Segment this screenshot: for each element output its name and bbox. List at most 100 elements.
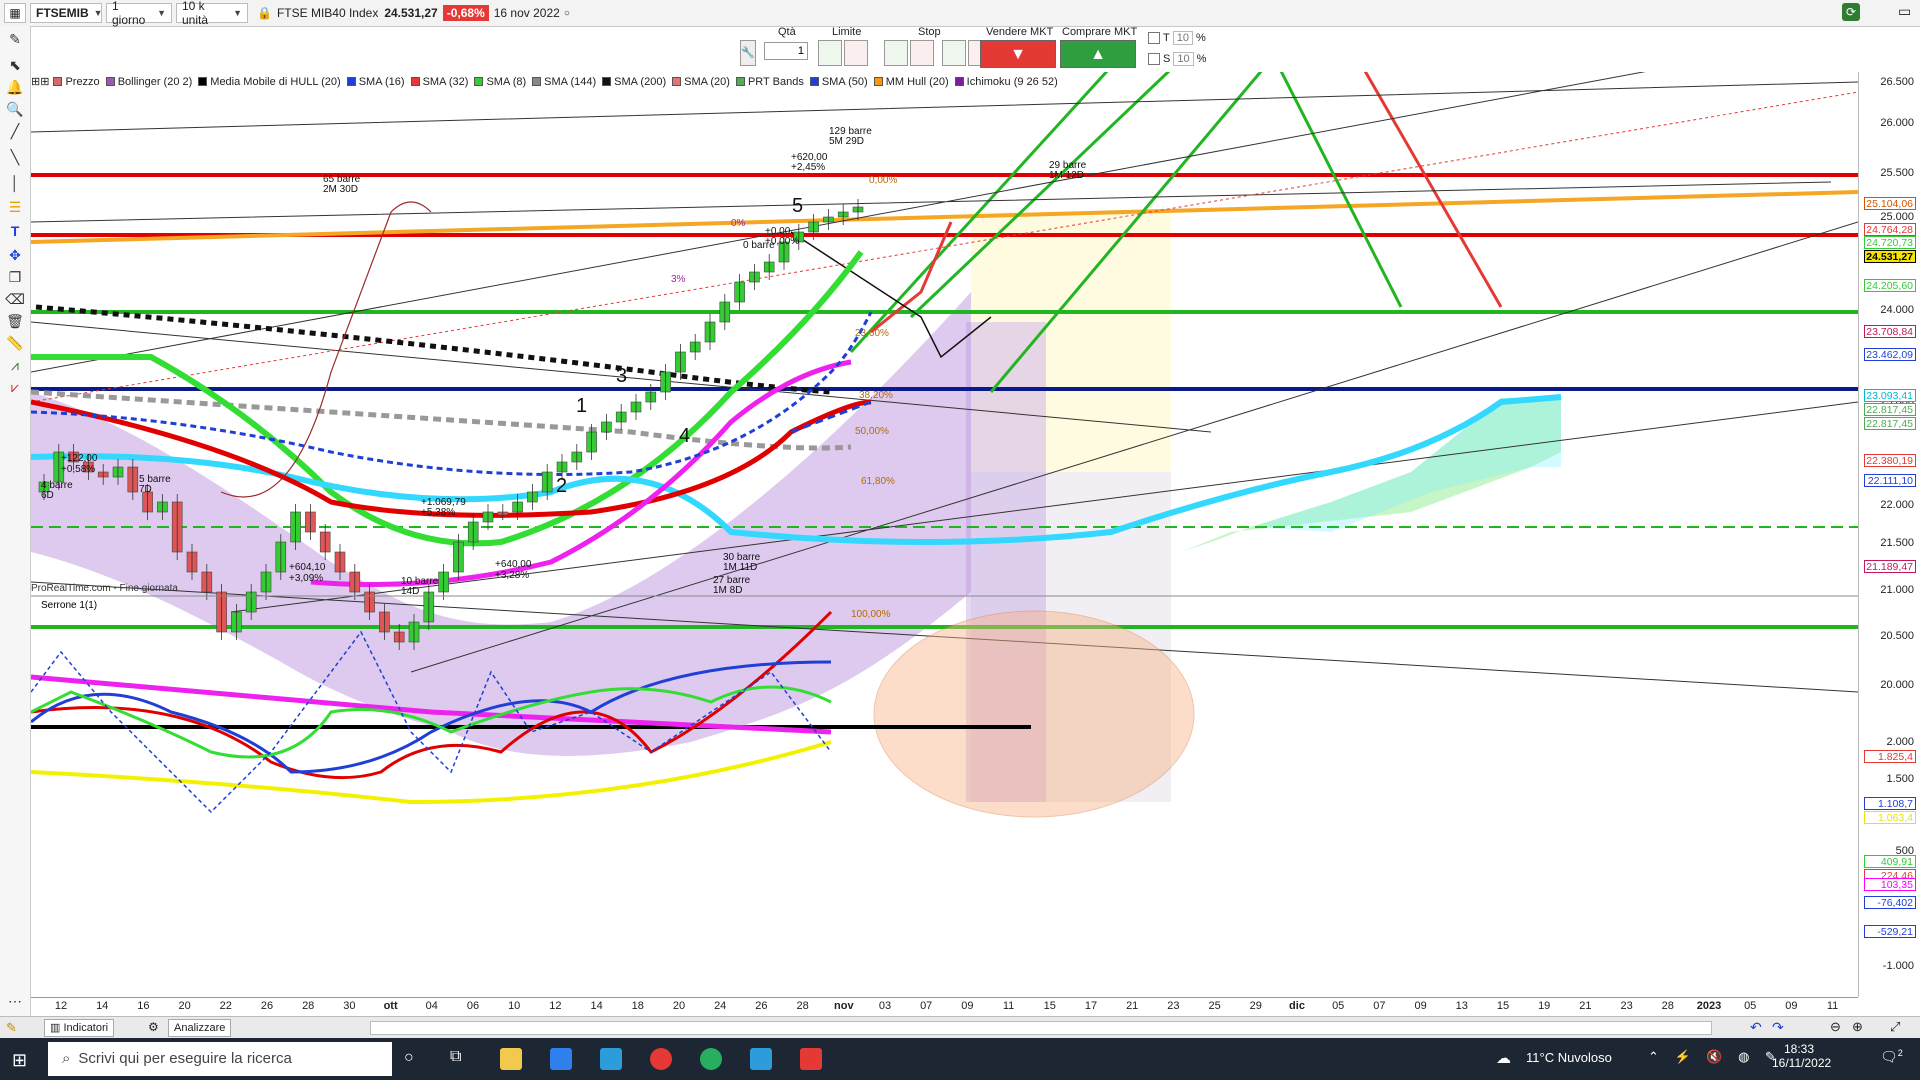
sell-mkt-button[interactable]: ▼ bbox=[980, 40, 1056, 68]
date-tick: 30 bbox=[343, 1000, 356, 1012]
date-axis[interactable]: 12 14 16 20 22 26 28 30 ott 04 06 10 12 14 18 20 24 26 28 n… bbox=[31, 997, 1858, 1016]
eraser-icon[interactable]: ⌫ bbox=[5, 290, 25, 308]
indicators-button[interactable]: ▥ Indicatori bbox=[44, 1019, 115, 1037]
horizontal-scrollbar[interactable] bbox=[370, 1021, 1712, 1035]
drawing-toolbar: ✎ ⬉ 🔔 🔍 ╱ ╲ │ ☰ T ✥ ❐ ⌫ 🗑 📏 ⩘ ⩗ ⋯ bbox=[0, 26, 31, 1016]
sell-mkt-label: Vendere MKT bbox=[986, 26, 1054, 38]
window-menu-icon[interactable]: ▭ bbox=[1898, 3, 1911, 20]
measure-annotation[interactable]: +3,09% bbox=[289, 573, 323, 584]
alert-bell-icon[interactable]: 🔔 bbox=[5, 78, 25, 96]
weather-label[interactable]: 11°C Nuvoloso bbox=[1526, 1050, 1612, 1065]
opera-icon[interactable] bbox=[650, 1048, 672, 1070]
wave-label[interactable]: 5 bbox=[792, 195, 803, 217]
trendline-icon[interactable]: ╲ bbox=[5, 148, 25, 166]
mail-icon[interactable] bbox=[600, 1048, 622, 1070]
pattern-icon[interactable]: ⩘ bbox=[5, 356, 25, 374]
chat-icon[interactable] bbox=[750, 1048, 772, 1070]
move-icon[interactable]: ✥ bbox=[5, 246, 25, 264]
measure-annotation[interactable]: 1M 8D bbox=[713, 585, 742, 596]
windows-start-icon[interactable]: ⊞ bbox=[12, 1050, 27, 1071]
date-tick: 29 bbox=[1249, 1000, 1262, 1012]
measure-annotation[interactable]: +3,28% bbox=[495, 570, 529, 581]
indicator-tick: 2.000 bbox=[1886, 736, 1914, 748]
s-checkbox[interactable] bbox=[1148, 53, 1160, 65]
measure-annotation[interactable]: 0% bbox=[731, 218, 746, 229]
indicator-tag: 1.063,4 bbox=[1864, 811, 1916, 824]
windows-taskbar: ⊞ ⌕ Scrivi qui per eseguire la ricerca ○ … bbox=[0, 1038, 1920, 1080]
measure-annotation[interactable]: 7D bbox=[139, 484, 152, 495]
harmonic-icon[interactable]: ⩗ bbox=[5, 378, 25, 396]
prorealtime-icon[interactable] bbox=[800, 1048, 822, 1070]
text-tool-icon[interactable]: T bbox=[5, 222, 25, 240]
cortana-icon[interactable]: ○ bbox=[404, 1049, 414, 1067]
task-view-icon[interactable]: ⧉ bbox=[450, 1048, 461, 1066]
file-explorer-icon[interactable] bbox=[500, 1048, 522, 1070]
s-value[interactable]: 10 bbox=[1173, 52, 1194, 66]
settings-icon[interactable]: ⚙ bbox=[148, 1020, 159, 1034]
measure-annotation[interactable]: 6D bbox=[41, 490, 54, 501]
pointer-icon[interactable]: ⬉ bbox=[5, 56, 25, 74]
redo-icon[interactable]: ↷ bbox=[1772, 1019, 1784, 1036]
measure-annotation[interactable]: +5,38% bbox=[421, 507, 455, 518]
wave-label[interactable]: 3 bbox=[616, 365, 627, 387]
instrument-info: 🔒 FTSE MIB40 Index 24.531,27 -0,68% 16 n… bbox=[252, 3, 575, 23]
measure-annotation[interactable]: 1M 12D bbox=[1049, 170, 1084, 181]
tray-icons[interactable]: ⌃ ⚡ 🔇 ◍ ✎ bbox=[1648, 1049, 1782, 1065]
line-tool-icon[interactable]: ╱ bbox=[5, 122, 25, 140]
measure-annotation[interactable]: 0 barre bbox=[743, 240, 775, 251]
stop-sell-button[interactable] bbox=[910, 40, 934, 66]
stop-buy-button[interactable] bbox=[884, 40, 908, 66]
vertical-line-icon[interactable]: │ bbox=[5, 174, 25, 192]
more-tools-icon[interactable]: ⋯ bbox=[5, 992, 25, 1010]
date-tick: 12 bbox=[54, 1000, 68, 1012]
measure-annotation[interactable]: 1M 11D bbox=[723, 562, 757, 573]
wrench-icon[interactable]: 🔧 bbox=[740, 40, 756, 66]
store-icon[interactable] bbox=[550, 1048, 572, 1070]
analyze-button[interactable]: Analizzare bbox=[168, 1019, 232, 1037]
t-value[interactable]: 10 bbox=[1172, 31, 1193, 45]
clock[interactable]: 18:33 16/11/2022 bbox=[1772, 1042, 1831, 1070]
qty-input[interactable] bbox=[764, 42, 808, 60]
limit-buy-button[interactable] bbox=[818, 40, 842, 66]
fibonacci-icon[interactable]: ☰ bbox=[5, 198, 25, 216]
edge-icon[interactable] bbox=[700, 1048, 722, 1070]
fit-icon[interactable]: ⤢ bbox=[1890, 1019, 1900, 1035]
symbol-selector[interactable]: FTSEMIB ▼ bbox=[30, 3, 103, 23]
refresh-icon[interactable]: ⟳ bbox=[1842, 3, 1860, 21]
stop-alt-buy-button[interactable] bbox=[942, 40, 966, 66]
units-selector[interactable]: 10 k unità ▼ bbox=[176, 0, 248, 27]
undo-icon[interactable]: ↶ bbox=[1750, 1019, 1762, 1036]
copy-icon[interactable]: ❐ bbox=[5, 268, 25, 286]
date-tick: 23 bbox=[1167, 1000, 1180, 1012]
zoom-in-icon[interactable]: ⊕ bbox=[1852, 1019, 1863, 1035]
wave-label[interactable]: 2 bbox=[556, 475, 567, 497]
measure-annotation[interactable]: 14D bbox=[401, 586, 419, 597]
zoom-out-icon[interactable]: ⊖ bbox=[1830, 1019, 1841, 1035]
limit-sell-button[interactable] bbox=[844, 40, 868, 66]
notification-icon[interactable]: 🗨2 bbox=[1880, 1048, 1903, 1066]
trash-icon[interactable]: 🗑 bbox=[5, 312, 25, 330]
t-checkbox[interactable] bbox=[1148, 32, 1160, 44]
wave-label[interactable]: 4 bbox=[679, 425, 690, 447]
measure-annotation[interactable]: 3% bbox=[671, 274, 686, 285]
measure-annotation[interactable]: 2M 30D bbox=[323, 184, 358, 195]
measure-annotation[interactable]: +640,00 bbox=[495, 559, 532, 570]
timeframe-selector[interactable]: 1 giorno ▼ bbox=[106, 0, 172, 27]
measure-annotation[interactable]: +2,45% bbox=[791, 162, 825, 173]
draw-icon[interactable]: ✎ bbox=[6, 1020, 17, 1036]
date-tick: 05 bbox=[1744, 1000, 1757, 1012]
date-tick: 15 bbox=[1043, 1000, 1056, 1012]
measure-annotation[interactable]: +0,58% bbox=[61, 464, 95, 475]
measure-annotation[interactable]: +604,10 bbox=[289, 562, 326, 573]
price-tag: 24.764,28 bbox=[1864, 223, 1916, 236]
taskbar-search[interactable]: ⌕ Scrivi qui per eseguire la ricerca bbox=[48, 1042, 392, 1076]
measure-annotation[interactable]: +122,00 bbox=[61, 453, 98, 464]
ruler-icon[interactable]: 📏 bbox=[5, 334, 25, 352]
measure-annotation[interactable]: 5M 29D bbox=[829, 136, 864, 147]
buy-mkt-button[interactable]: ▲ bbox=[1060, 40, 1136, 68]
zoom-icon[interactable]: 🔍 bbox=[5, 100, 25, 118]
wave-label[interactable]: 1 bbox=[576, 395, 587, 417]
chart-icon[interactable]: ▦ bbox=[4, 3, 26, 23]
price-chart[interactable]: 1 2 3 4 5 0,00% 23,60% 38,20% 50,00% 61,80% 100,0… bbox=[31, 72, 1858, 997]
pencil-icon[interactable]: ✎ bbox=[5, 30, 25, 48]
